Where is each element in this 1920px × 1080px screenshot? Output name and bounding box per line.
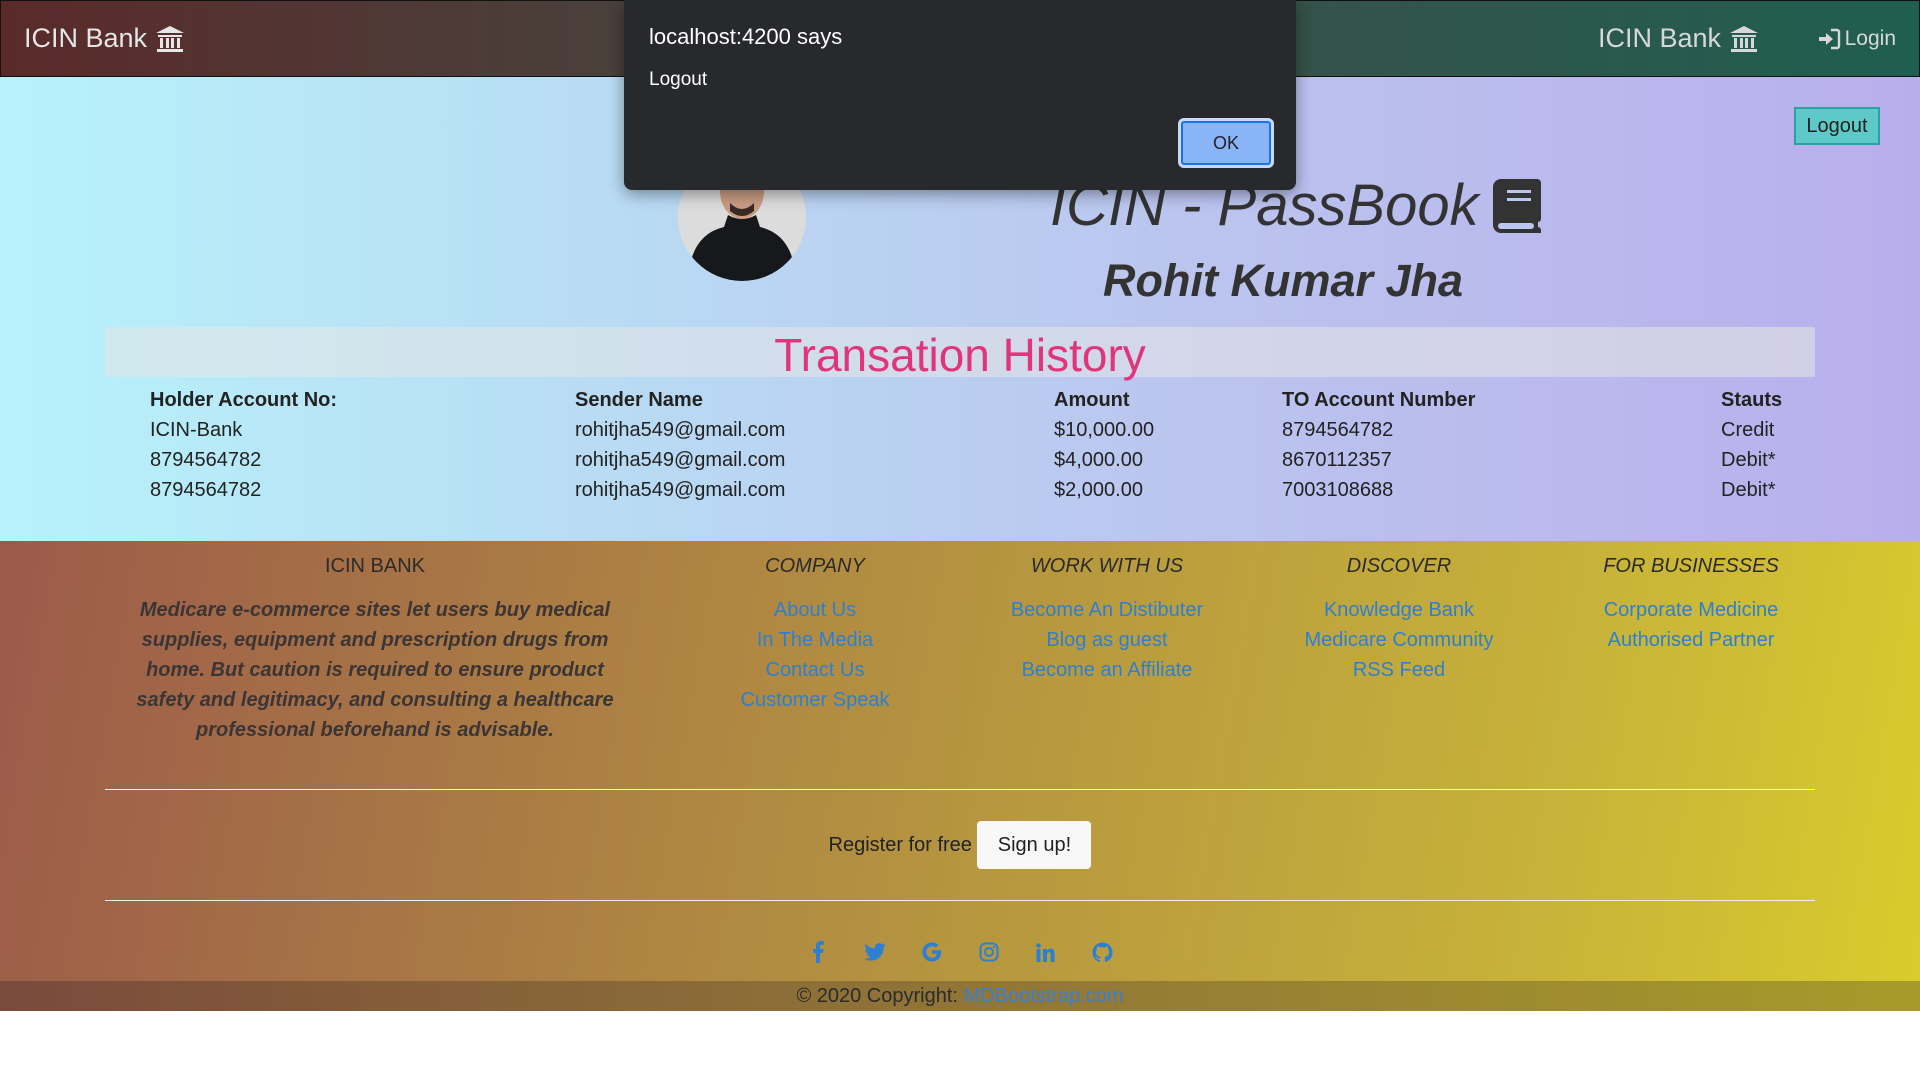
footer: ICIN BANK Medicare e-commerce sites let … [0, 541, 1920, 981]
footer-link-customer-speak[interactable]: Customer Speak [700, 685, 930, 715]
table-cell: Debit* [1721, 479, 1776, 501]
brand-link-right[interactable]: ICIN Bank [1598, 23, 1759, 54]
table-cell: 7003108688 [1282, 479, 1394, 501]
footer-link-corporate-medicine[interactable]: Corporate Medicine [1566, 595, 1816, 625]
footer-link-knowledge-bank[interactable]: Knowledge Bank [1272, 595, 1526, 625]
table-header-row: Holder Account No: Sender Name Amount TO… [0, 389, 1920, 419]
transaction-history-header: Transation History [105, 327, 1815, 381]
footer-business-column: FOR BUSINESSES Corporate Medicine Author… [1566, 555, 1816, 655]
column-header: Amount [1054, 389, 1130, 411]
footer-about-text: Medicare e-commerce sites let users buy … [136, 599, 614, 741]
footer-column-title: COMPANY [765, 555, 865, 577]
footer-link-in-the-media[interactable]: In The Media [700, 625, 930, 655]
transaction-history-title: Transation History [774, 329, 1146, 381]
holder-name: Rohit Kumar Jha [1103, 255, 1464, 306]
bank-icon [156, 25, 185, 52]
table-cell: rohitjha549@gmail.com [575, 479, 786, 501]
copyright-text: © 2020 Copyright: [796, 985, 958, 1007]
github-icon[interactable] [1090, 939, 1116, 965]
footer-link-medicare-community[interactable]: Medicare Community [1272, 625, 1526, 655]
footer-link-rss-feed[interactable]: RSS Feed [1272, 655, 1526, 685]
table-cell: 8794564782 [150, 479, 262, 501]
divider [105, 900, 1815, 901]
column-header: Sender Name [575, 389, 703, 411]
footer-link-authorised-partner[interactable]: Authorised Partner [1566, 625, 1816, 655]
linkedin-icon[interactable] [1033, 939, 1059, 965]
footer-column-title: DISCOVER [1346, 555, 1452, 577]
footer-brand-title: ICIN BANK [324, 555, 426, 577]
table-cell: 8794564782 [150, 449, 262, 471]
divider [105, 789, 1815, 790]
ok-button[interactable]: OK [1178, 118, 1274, 168]
google-icon[interactable] [919, 939, 945, 965]
footer-discover-column: DISCOVER Knowledge Bank Medicare Communi… [1272, 555, 1526, 685]
table-cell: $2,000.00 [1054, 479, 1143, 501]
table-row: 8794564782 rohitjha549@gmail.com $2,000.… [0, 479, 1920, 509]
column-header: TO Account Number [1282, 389, 1476, 411]
footer-work-column: WORK WITH US Become An Distibuter Blog a… [980, 555, 1234, 685]
table-row: 8794564782 rohitjha549@gmail.com $4,000.… [0, 449, 1920, 479]
footer-link-about-us[interactable]: About Us [700, 595, 930, 625]
footer-link-contact-us[interactable]: Contact Us [700, 655, 930, 685]
table-row: ICIN-Bank rohitjha549@gmail.com $10,000.… [0, 419, 1920, 449]
facebook-icon[interactable] [805, 939, 831, 965]
table-cell: Debit* [1721, 449, 1776, 471]
table-cell: rohitjha549@gmail.com [575, 419, 786, 441]
table-cell: ICIN-Bank [150, 419, 243, 441]
footer-about-column: ICIN BANK Medicare e-commerce sites let … [120, 555, 630, 745]
instagram-icon[interactable] [976, 939, 1002, 965]
column-header: Holder Account No: [150, 389, 338, 411]
book-icon [1492, 178, 1541, 233]
brand-link-left[interactable]: ICIN Bank [24, 23, 185, 54]
login-label: Login [1844, 27, 1896, 50]
social-links [0, 939, 1920, 965]
footer-company-column: COMPANY About Us In The Media Contact Us… [700, 555, 930, 715]
footer-link-blog-as-guest[interactable]: Blog as guest [980, 625, 1234, 655]
register-row: Register for free Sign up! [0, 821, 1920, 869]
table-cell: Credit [1721, 419, 1775, 441]
brand-left-label: ICIN Bank [24, 23, 148, 53]
footer-link-become-affiliate[interactable]: Become an Affiliate [980, 655, 1234, 685]
bank-icon [1730, 25, 1758, 52]
sign-in-icon [1818, 28, 1840, 50]
column-header: Stauts [1721, 389, 1783, 411]
sign-up-button[interactable]: Sign up! [977, 821, 1092, 869]
table-cell: $10,000.00 [1054, 419, 1155, 441]
alert-dialog: localhost:4200 says Logout OK [624, 0, 1296, 190]
table-cell: 8670112357 [1282, 449, 1392, 471]
table-cell: $4,000.00 [1054, 449, 1143, 471]
logout-button[interactable]: Logout [1794, 107, 1880, 145]
copyright-link[interactable]: MDBootstrap.com [964, 985, 1124, 1007]
dialog-title: localhost:4200 says [649, 24, 843, 49]
brand-right-label: ICIN Bank [1597, 23, 1721, 53]
footer-column-title: WORK WITH US [1030, 555, 1184, 577]
dialog-message: Logout [649, 69, 708, 90]
twitter-icon[interactable] [862, 939, 888, 965]
transaction-table: Holder Account No: Sender Name Amount TO… [0, 389, 1920, 509]
table-cell: rohitjha549@gmail.com [575, 449, 786, 471]
login-link[interactable]: Login [1817, 27, 1896, 51]
table-cell: 8794564782 [1282, 419, 1394, 441]
copyright-bar: © 2020 Copyright: MDBootstrap.com [0, 981, 1920, 1011]
footer-column-title: FOR BUSINESSES [1603, 555, 1779, 577]
footer-link-become-distributor[interactable]: Become An Distibuter [980, 595, 1234, 625]
register-text: Register for free [828, 833, 972, 856]
